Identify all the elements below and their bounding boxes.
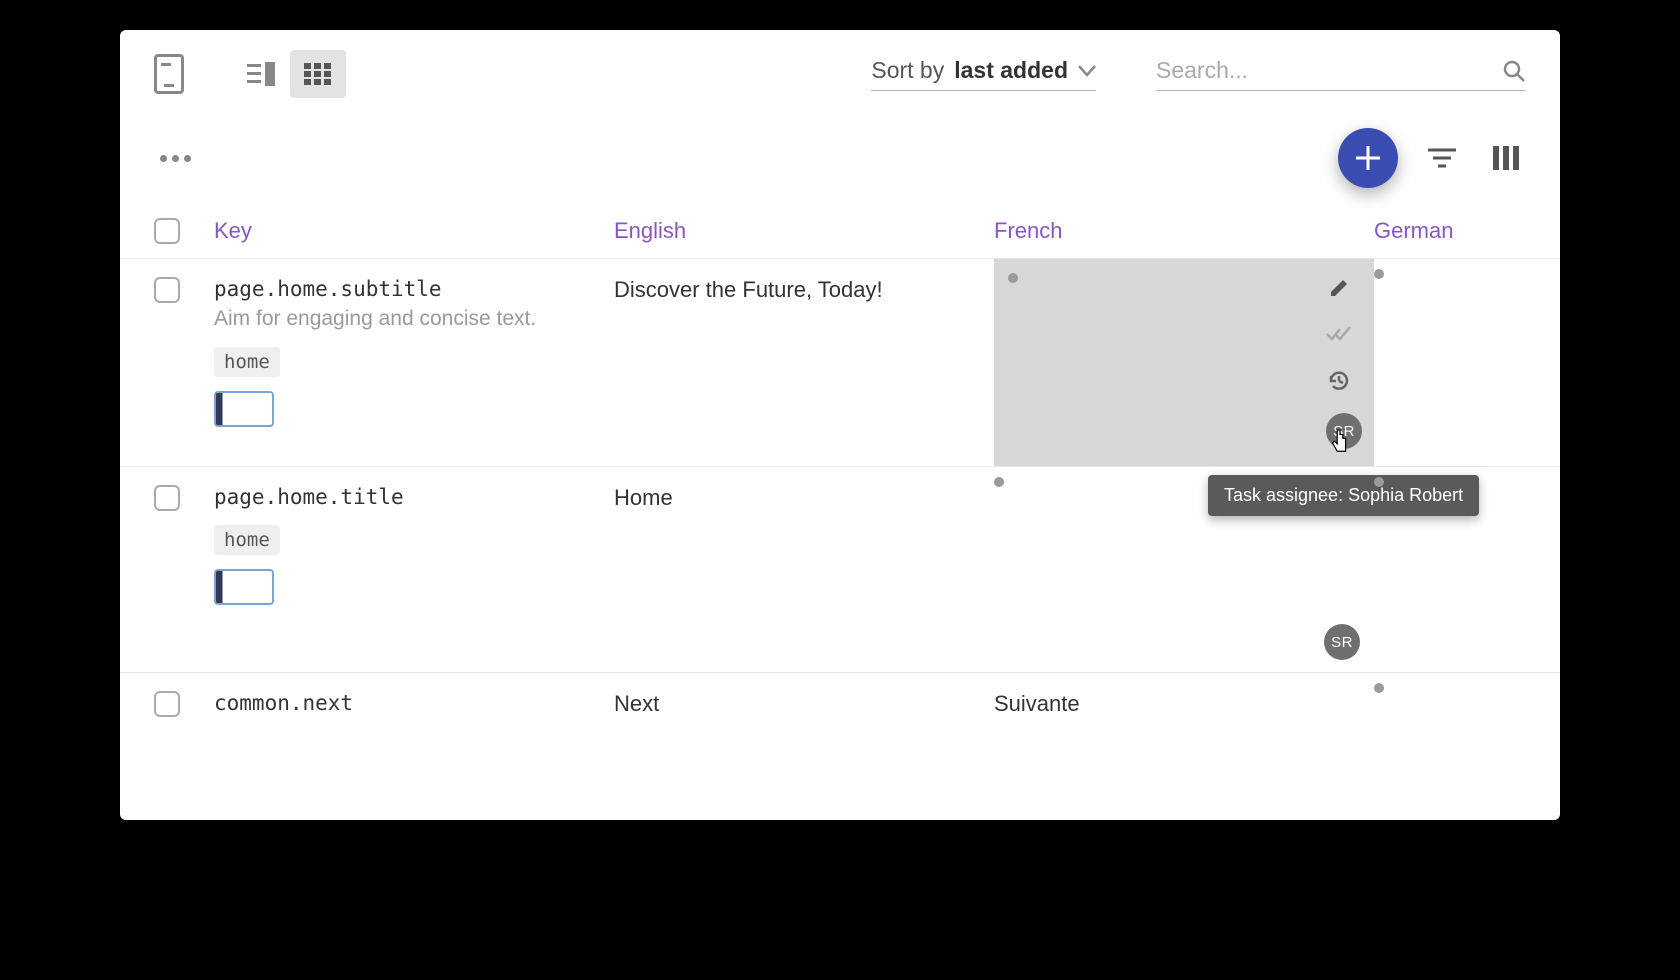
- search-input[interactable]: [1156, 57, 1492, 84]
- more-menu-button[interactable]: [154, 149, 197, 168]
- approve-button[interactable]: [1326, 321, 1352, 347]
- row-checkbox[interactable]: [154, 691, 180, 717]
- list-view-button[interactable]: [234, 50, 290, 98]
- double-check-icon: [1326, 325, 1352, 343]
- key-description: Aim for engaging and concise text.: [214, 307, 614, 331]
- column-header-german[interactable]: German: [1374, 218, 1526, 244]
- app-window: Sort by last added Key English French Ge…: [120, 30, 1560, 820]
- table-row: SR page.home.subtitle Aim for engaging a…: [120, 258, 1560, 466]
- assignee-avatar[interactable]: SR: [1326, 413, 1362, 449]
- view-switch: [234, 50, 346, 98]
- french-value[interactable]: Suivante: [994, 691, 1080, 716]
- key-tag[interactable]: home: [214, 525, 280, 555]
- row-checkbox[interactable]: [154, 485, 180, 511]
- sort-value: last added: [954, 57, 1068, 84]
- status-dot-icon: [1008, 273, 1018, 283]
- english-value[interactable]: Discover the Future, Today!: [614, 277, 883, 302]
- key-name: page.home.subtitle: [214, 277, 614, 301]
- column-header-french[interactable]: French: [994, 218, 1374, 244]
- history-icon: [1327, 368, 1351, 392]
- sort-prefix: Sort by: [871, 57, 944, 84]
- search-field[interactable]: [1156, 57, 1526, 91]
- select-all-checkbox[interactable]: [154, 218, 180, 244]
- key-name: page.home.title: [214, 485, 614, 509]
- assignee-avatar[interactable]: SR: [1324, 624, 1360, 660]
- column-header-english[interactable]: English: [614, 218, 994, 244]
- table-row: page.home.title home Home SR: [120, 466, 1560, 672]
- english-value[interactable]: Next: [614, 691, 659, 716]
- table-header: Key English French German: [120, 198, 1560, 258]
- table-row: common.next Next Suivante: [120, 672, 1560, 782]
- top-bar: Sort by last added: [120, 30, 1560, 98]
- screenshot-thumbnail[interactable]: [214, 391, 274, 427]
- key-tag[interactable]: home: [214, 347, 280, 377]
- status-dot-icon: [1374, 683, 1384, 693]
- device-icon[interactable]: [154, 54, 184, 94]
- status-dot-icon: [994, 477, 1004, 487]
- list-view-icon: [247, 62, 277, 86]
- chevron-down-icon: [1078, 65, 1096, 77]
- grid-view-button[interactable]: [290, 50, 346, 98]
- status-dot-icon: [1374, 269, 1384, 279]
- grid-view-icon: [304, 63, 332, 85]
- edit-button[interactable]: [1326, 275, 1352, 301]
- row-checkbox[interactable]: [154, 277, 180, 303]
- cell-actions: SR: [1326, 275, 1362, 449]
- sort-dropdown[interactable]: Sort by last added: [871, 57, 1096, 91]
- filter-icon: [1428, 147, 1456, 169]
- status-dot-icon: [1374, 477, 1384, 487]
- columns-button[interactable]: [1486, 138, 1526, 178]
- search-icon: [1502, 59, 1526, 83]
- key-name: common.next: [214, 691, 614, 715]
- add-key-button[interactable]: [1338, 128, 1398, 188]
- history-button[interactable]: [1326, 367, 1352, 393]
- pencil-icon: [1328, 277, 1350, 299]
- action-bar: [120, 98, 1560, 198]
- english-value[interactable]: Home: [614, 485, 673, 510]
- columns-icon: [1493, 146, 1519, 170]
- filter-button[interactable]: [1422, 138, 1462, 178]
- french-cell-highlight[interactable]: SR: [994, 259, 1374, 466]
- plus-icon: [1354, 144, 1382, 172]
- screenshot-thumbnail[interactable]: [214, 569, 274, 605]
- column-header-key[interactable]: Key: [214, 218, 614, 244]
